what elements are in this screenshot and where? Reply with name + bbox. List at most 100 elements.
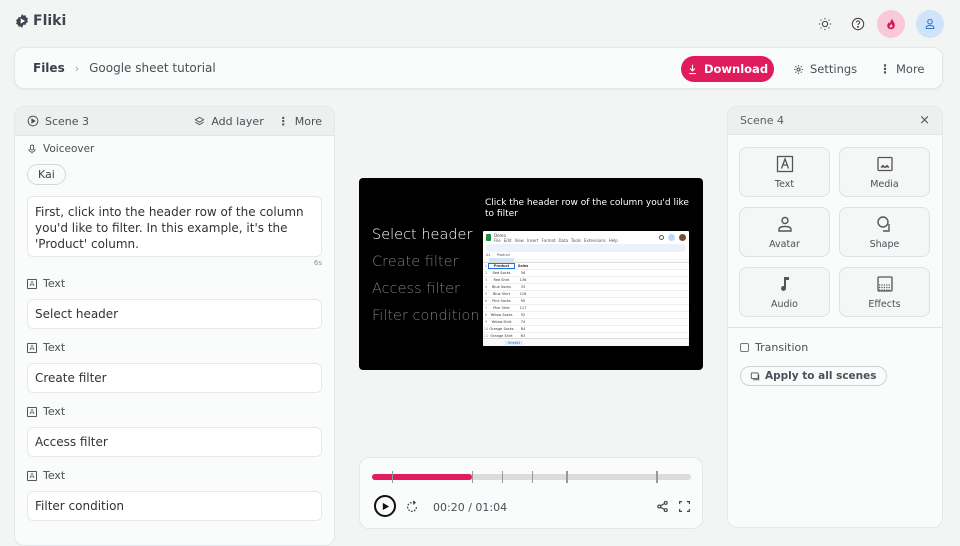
voiceover-duration: 6s bbox=[313, 259, 322, 267]
text-layer-icon: A bbox=[27, 406, 37, 417]
apply-all-label: Apply to all scenes bbox=[765, 370, 877, 382]
text-layer-type: Text bbox=[43, 469, 66, 482]
share-icon bbox=[657, 500, 668, 513]
more-button[interactable]: ⋮ More bbox=[879, 56, 925, 82]
text-layer-type: Text bbox=[43, 277, 66, 290]
sheet-menu-item: File bbox=[494, 237, 501, 243]
help-button[interactable] bbox=[844, 10, 872, 38]
sheet-cell: Sales bbox=[517, 264, 529, 268]
voiceover-text-input[interactable]: First, click into the header row of the … bbox=[27, 196, 322, 257]
timeline-progress bbox=[372, 474, 472, 480]
sheet-header-row: 1 Product Sales bbox=[483, 263, 689, 270]
app-name: Fliki bbox=[33, 13, 67, 29]
sheet-cell: Blue Socks bbox=[492, 285, 511, 289]
play-icon bbox=[382, 502, 389, 510]
add-layer-button[interactable]: Add layer bbox=[194, 114, 264, 128]
scene-title[interactable]: Scene 3 bbox=[27, 115, 89, 128]
text-icon bbox=[776, 155, 794, 176]
add-layer-label: Add layer bbox=[211, 114, 264, 128]
text-layer-input[interactable]: Select header bbox=[27, 299, 322, 329]
sheet-cell: 92 bbox=[520, 313, 526, 317]
sheet-tab: Sheet1 bbox=[505, 340, 524, 345]
scene-preview[interactable]: Click the header row of the column you'd… bbox=[359, 178, 703, 370]
sheet-row: 7 Pink Shirt 117 bbox=[483, 305, 689, 312]
credits-button[interactable] bbox=[877, 10, 905, 38]
time-separator: / bbox=[464, 501, 476, 514]
download-button[interactable]: Download bbox=[681, 56, 774, 82]
play-button[interactable] bbox=[374, 495, 396, 517]
scene-more-button[interactable]: ⋮ More bbox=[278, 115, 322, 128]
sheet-cell: 117 bbox=[519, 306, 527, 310]
project-title[interactable]: Google sheet tutorial bbox=[89, 61, 216, 75]
text-layer: A Text Filter condition bbox=[27, 469, 322, 521]
profile-button[interactable] bbox=[916, 10, 944, 38]
total-time: 01:04 bbox=[475, 501, 508, 514]
breadcrumb-files-link[interactable]: Files bbox=[33, 61, 65, 75]
more-vertical-icon: ⋮ bbox=[879, 62, 891, 76]
shape-icon bbox=[876, 215, 894, 236]
sheet-menu-item: View bbox=[514, 237, 524, 243]
text-layer-input[interactable]: Filter condition bbox=[27, 491, 322, 521]
scene-marker[interactable] bbox=[566, 471, 568, 483]
preview-step: Create filter bbox=[372, 254, 459, 270]
preview-step: Select header bbox=[372, 227, 473, 243]
transition-label: Transition bbox=[755, 341, 809, 354]
app-logo[interactable]: Fliki bbox=[15, 13, 66, 29]
transition-checkbox[interactable]: Transition bbox=[740, 341, 930, 354]
replay-button[interactable] bbox=[405, 499, 419, 518]
voice-selector-chip[interactable]: Kai bbox=[27, 164, 66, 185]
replay-icon bbox=[407, 500, 417, 512]
add-media-tile[interactable]: Media bbox=[839, 147, 930, 197]
sheet-cell: Pink Shirt bbox=[493, 306, 510, 310]
playback-controls: 00:20 / 01:04 bbox=[359, 457, 703, 529]
account-avatar bbox=[679, 234, 686, 241]
settings-button[interactable]: Settings bbox=[793, 56, 857, 82]
timeline-scrubber[interactable] bbox=[372, 471, 691, 483]
add-avatar-tile[interactable]: Avatar bbox=[739, 207, 830, 257]
sheet-row: 9 Yellow Shirt 74 bbox=[483, 319, 689, 326]
add-effects-tile[interactable]: Effects bbox=[839, 267, 930, 317]
history-icon bbox=[659, 235, 664, 240]
tile-label: Text bbox=[774, 178, 795, 190]
add-shape-tile[interactable]: Shape bbox=[839, 207, 930, 257]
add-text-tile[interactable]: Text bbox=[739, 147, 830, 197]
sheet-menu-item: Tools bbox=[571, 237, 581, 243]
scene-marker[interactable] bbox=[471, 471, 474, 483]
sheet-cell: Yellow Socks bbox=[490, 313, 513, 317]
sheet-toolbar bbox=[486, 244, 686, 252]
sheet-row: 6 Pink Socks 95 bbox=[483, 298, 689, 305]
text-layer-input[interactable]: Create filter bbox=[27, 363, 322, 393]
add-audio-tile[interactable]: Audio bbox=[739, 267, 830, 317]
text-layer-label: A Text bbox=[27, 341, 322, 354]
share-button[interactable] bbox=[656, 498, 669, 517]
text-layer-icon: A bbox=[27, 342, 37, 353]
sheet-cell: 136 bbox=[519, 278, 527, 282]
scene-marker[interactable] bbox=[656, 471, 658, 483]
right-scene-label: Scene 4 bbox=[740, 114, 785, 127]
current-time: 00:20 bbox=[433, 501, 465, 514]
sheet-cell: Red Shirt bbox=[493, 278, 510, 282]
help-icon bbox=[851, 17, 865, 31]
text-layer: A Text Create filter bbox=[27, 341, 322, 393]
sheet-row: 4 Blue Socks 33 bbox=[483, 284, 689, 291]
scene-marker[interactable] bbox=[391, 471, 394, 483]
fullscreen-button[interactable] bbox=[678, 498, 691, 517]
text-layer-icon: A bbox=[27, 470, 37, 481]
text-layer-input[interactable]: Access filter bbox=[27, 427, 322, 457]
layer-tiles-grid: Text Media Avatar Shape Audio Effects bbox=[728, 135, 942, 327]
sheet-row: 8 Yellow Socks 92 bbox=[483, 312, 689, 319]
scene-marker[interactable] bbox=[531, 471, 533, 483]
checkbox-box[interactable] bbox=[740, 343, 749, 352]
theme-toggle-button[interactable] bbox=[811, 10, 839, 38]
apply-to-all-button[interactable]: Apply to all scenes bbox=[740, 366, 887, 386]
sheet-cell: Yellow Shirt bbox=[491, 320, 512, 324]
voiceover-label: Voiceover bbox=[27, 143, 322, 155]
sheet-cell: Pink Socks bbox=[492, 299, 511, 303]
sheet-cell: 95 bbox=[520, 299, 526, 303]
fire-icon bbox=[887, 18, 895, 30]
apply-all-icon bbox=[750, 372, 760, 381]
spreadsheet-screenshot: Demo File Edit View Insert Format Data Tools Ex… bbox=[483, 231, 689, 346]
scene-marker[interactable] bbox=[501, 471, 504, 483]
close-icon[interactable]: × bbox=[919, 113, 930, 128]
tile-label: Avatar bbox=[769, 238, 800, 250]
